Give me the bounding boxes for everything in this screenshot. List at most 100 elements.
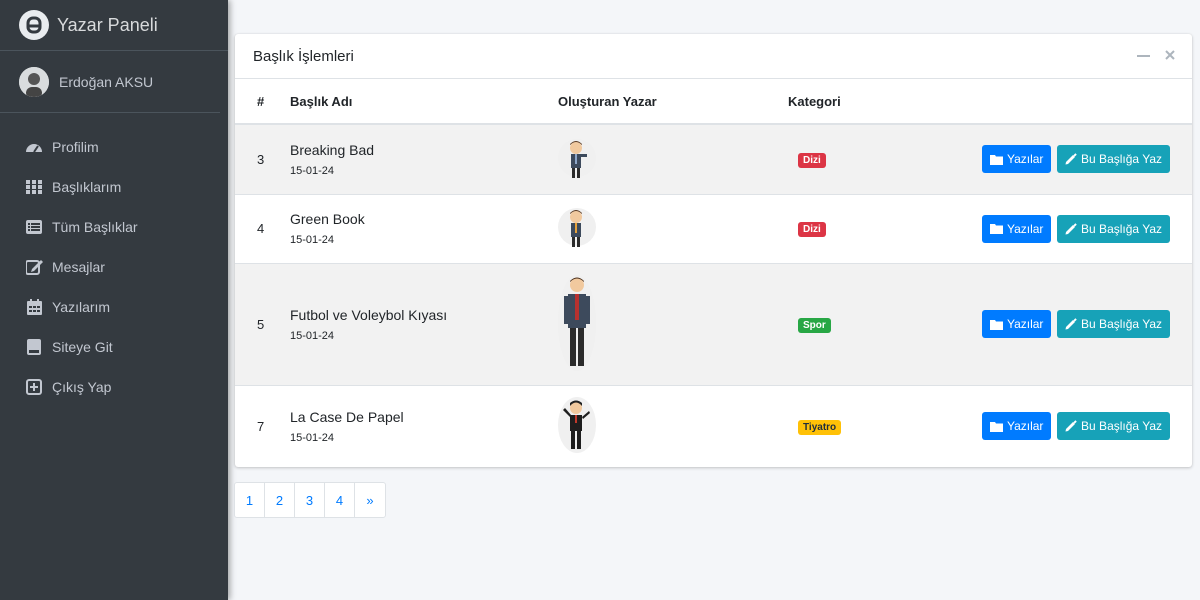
posts-button-label: Yazılar [1006, 152, 1044, 167]
pencil-icon [1065, 318, 1077, 330]
column-header-actions [948, 79, 1192, 125]
write-button[interactable]: Bu Başlığa Yaz [1057, 412, 1170, 441]
book-icon [25, 338, 43, 356]
row-date: 15-01-24 [290, 431, 335, 444]
sidebar-item-label: Tüm Başlıklar [52, 219, 138, 235]
sidebar-item-label: Çıkış Yap [52, 379, 112, 395]
row-date: 15-01-24 [290, 329, 335, 342]
row-actions: Yazılar Bu Başlığa Yaz [948, 193, 1192, 263]
plus-square-icon [25, 378, 43, 396]
write-button[interactable]: Bu Başlığa Yaz [1057, 310, 1170, 338]
author-avatar [558, 274, 596, 375]
row-actions: Yazılar Bu Başlığa Yaz [948, 384, 1192, 467]
write-button-label: Bu Başlığa Yaz [1081, 419, 1162, 434]
row-title[interactable]: La Case De Papel [290, 409, 558, 425]
pencil-icon [1065, 420, 1077, 432]
pencil-icon [1065, 222, 1077, 234]
row-author-cell [558, 193, 788, 263]
sidebar-item-label: Yazılarım [52, 299, 111, 315]
write-button-label: Bu Başlığa Yaz [1081, 152, 1162, 167]
sidebar-item-mesajlar[interactable]: Mesajlar [0, 247, 228, 287]
titles-card: Başlık İşlemleri # Başlık Adı Oluşturan … [235, 34, 1192, 467]
pagination: 1 2 3 4 » [234, 482, 386, 518]
write-button-label: Bu Başlığa Yaz [1081, 317, 1162, 331]
sidebar-nav: Profilim Başlıklarım Tüm Başlıklar Mesaj… [0, 113, 228, 407]
row-author-cell [558, 262, 788, 385]
posts-button[interactable]: Yazılar [981, 310, 1052, 338]
page-link-3[interactable]: 3 [295, 483, 325, 517]
column-header-title: Başlık Adı [290, 79, 558, 125]
edit-icon [25, 258, 43, 276]
row-id: 4 [235, 193, 290, 263]
row-category-cell: Tiyatro [788, 384, 948, 467]
posts-button-label: Yazılar [1006, 221, 1044, 236]
author-avatar [558, 136, 596, 183]
page-link-4[interactable]: 4 [325, 483, 355, 517]
sidebar-item-label: Mesajlar [52, 259, 105, 275]
sidebar-item-profilim[interactable]: Profilim [0, 127, 228, 167]
sidebar: Yazar Paneli Erdoğan AKSU Profilim Başlı… [0, 0, 228, 600]
write-button[interactable]: Bu Başlığa Yaz [1057, 214, 1170, 243]
sidebar-item-tum-basliklar[interactable]: Tüm Başlıklar [0, 207, 228, 247]
sidebar-item-yazilarim[interactable]: Yazılarım [0, 287, 228, 327]
column-header-category: Kategori [788, 79, 948, 125]
row-id: 5 [235, 262, 290, 385]
page-link-1[interactable]: 1 [235, 483, 265, 517]
table-row: 4 Green Book 15-01-24 Dizi Yazılar Bu Ba… [235, 193, 1192, 263]
row-title[interactable]: Green Book [290, 211, 558, 227]
table-row: 5 Futbol ve Voleybol Kıyası 15-01-24 Spo… [235, 262, 1192, 385]
posts-button[interactable]: Yazılar [981, 145, 1052, 174]
table-header-row: # Başlık Adı Oluşturan Yazar Kategori [235, 79, 1192, 125]
brand-text: Yazar Paneli [57, 14, 158, 35]
row-title[interactable]: Breaking Bad [290, 142, 558, 158]
card-tools [1137, 48, 1176, 66]
row-author-cell [558, 384, 788, 467]
category-badge: Tiyatro [798, 419, 842, 435]
grid-icon [25, 178, 43, 196]
sidebar-item-label: Siteye Git [52, 339, 113, 355]
row-title[interactable]: Futbol ve Voleybol Kıyası [290, 307, 558, 323]
row-title-cell: Green Book 15-01-24 [290, 193, 558, 263]
write-button-label: Bu Başlığa Yaz [1081, 221, 1162, 236]
row-actions: Yazılar Bu Başlığa Yaz [948, 123, 1192, 194]
user-panel[interactable]: Erdoğan AKSU [0, 51, 220, 113]
row-title-cell: La Case De Papel 15-01-24 [290, 384, 558, 467]
write-button[interactable]: Bu Başlığa Yaz [1057, 145, 1170, 174]
row-id: 7 [235, 384, 290, 467]
sidebar-item-siteye-git[interactable]: Siteye Git [0, 327, 228, 367]
card-header: Başlık İşlemleri [235, 34, 1192, 79]
folder-icon [989, 154, 1003, 165]
page-link-next[interactable]: » [355, 483, 385, 517]
posts-button-label: Yazılar [1006, 419, 1044, 434]
minimize-icon[interactable] [1137, 48, 1150, 66]
sidebar-item-label: Profilim [52, 139, 99, 155]
row-id: 3 [235, 123, 290, 194]
author-avatar [558, 396, 596, 457]
folder-icon [989, 224, 1003, 234]
titles-table: # Başlık Adı Oluşturan Yazar Kategori 3 … [235, 79, 1192, 467]
column-header-author: Oluşturan Yazar [558, 79, 788, 125]
row-actions: Yazılar Bu Başlığa Yaz [948, 262, 1192, 385]
folder-icon [989, 319, 1003, 330]
page-link-2[interactable]: 2 [265, 483, 295, 517]
row-date: 15-01-24 [290, 164, 335, 177]
posts-button[interactable]: Yazılar [981, 214, 1052, 243]
row-title-cell: Breaking Bad 15-01-24 [290, 123, 558, 194]
calendar-icon [25, 298, 43, 316]
sidebar-item-basliklarim[interactable]: Başlıklarım [0, 167, 228, 207]
table-row: 7 La Case De Papel 15-01-24 Tiyatro Yazı… [235, 384, 1192, 467]
table-row: 3 Breaking Bad 15-01-24 Dizi Yazılar Bu … [235, 123, 1192, 194]
close-icon[interactable] [1164, 48, 1176, 66]
row-category-cell: Dizi [788, 123, 948, 194]
posts-button[interactable]: Yazılar [981, 412, 1052, 441]
brand-link[interactable]: Yazar Paneli [0, 0, 228, 51]
category-badge: Dizi [798, 222, 826, 237]
row-date: 15-01-24 [290, 234, 335, 246]
brand-logo-icon [19, 10, 49, 40]
user-name: Erdoğan AKSU [59, 73, 154, 90]
column-header-id: # [235, 79, 290, 125]
list-icon [25, 218, 43, 236]
row-category-cell: Dizi [788, 193, 948, 263]
folder-icon [989, 421, 1003, 432]
sidebar-item-cikis-yap[interactable]: Çıkış Yap [0, 367, 228, 407]
